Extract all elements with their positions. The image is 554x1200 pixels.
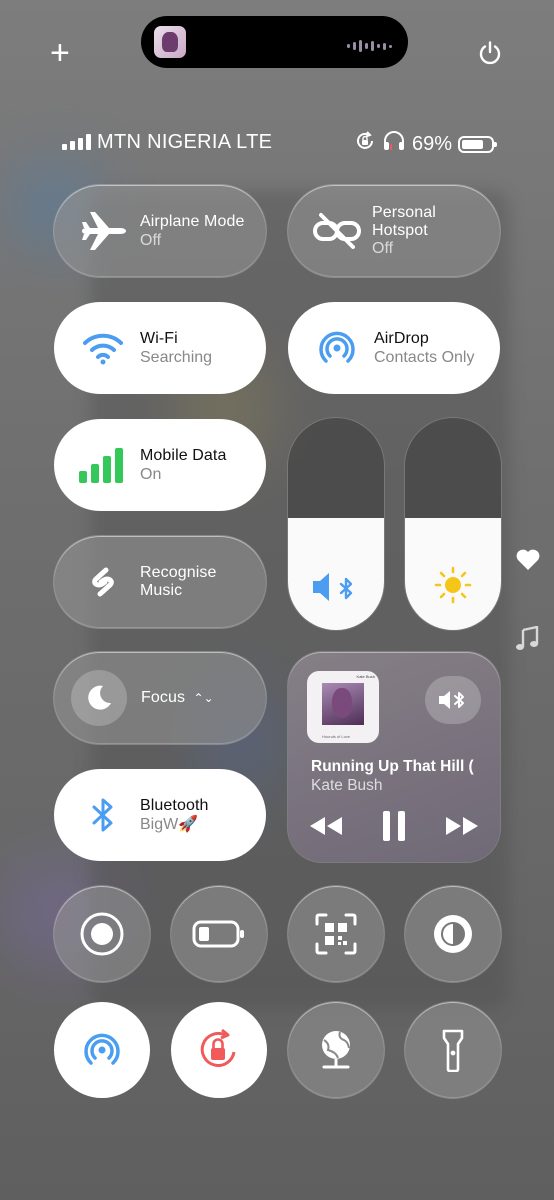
airplane-mode-title: Airplane Mode bbox=[140, 213, 245, 230]
screen-record-button[interactable] bbox=[54, 886, 150, 982]
now-playing-module[interactable]: Kate Bush Hounds of Love Running Up That… bbox=[288, 652, 500, 862]
carrier-name: MTN NIGERIA LTE bbox=[97, 131, 273, 153]
add-control-icon[interactable]: + bbox=[50, 36, 70, 70]
airplane-mode-state: Off bbox=[140, 232, 162, 249]
airdrop-tile[interactable]: AirDrop Contacts Only bbox=[288, 302, 500, 394]
rotation-lock-button[interactable] bbox=[171, 1002, 267, 1098]
code-scanner-button[interactable] bbox=[288, 886, 384, 982]
contrast-icon bbox=[434, 915, 472, 953]
headphones-icon bbox=[382, 130, 406, 158]
cover-subtitle: Hounds of Love bbox=[322, 734, 351, 739]
pause-icon bbox=[383, 811, 405, 841]
wifi-icon bbox=[76, 321, 130, 375]
bluetooth-tile[interactable]: Bluetooth BigW🚀 bbox=[54, 769, 266, 861]
wifi-state: Searching bbox=[140, 349, 213, 366]
chevron-updown-icon: ⌃⌄ bbox=[193, 691, 214, 705]
bluetooth-device: BigW🚀 bbox=[140, 816, 199, 833]
mobile-data-title: Mobile Data bbox=[140, 447, 227, 464]
rewind-button[interactable] bbox=[308, 815, 344, 842]
moon-icon bbox=[71, 670, 127, 726]
personal-hotspot-tile[interactable]: Personal Hotspot Off bbox=[288, 185, 500, 277]
forward-icon bbox=[446, 817, 478, 835]
brightness-slider[interactable] bbox=[405, 418, 501, 630]
shazam-icon bbox=[76, 555, 130, 609]
speaker-bluetooth-icon bbox=[439, 691, 464, 709]
power-icon[interactable] bbox=[477, 40, 503, 66]
speaker-bluetooth-icon bbox=[288, 570, 384, 604]
airdrop-title: AirDrop bbox=[374, 330, 429, 347]
hotspot-state: Off bbox=[372, 240, 394, 257]
airplane-mode-tile[interactable]: Airplane Mode Off bbox=[54, 185, 266, 277]
audio-waveform-icon bbox=[347, 40, 392, 52]
battery-icon bbox=[192, 920, 244, 948]
hotspot-link-icon bbox=[310, 204, 364, 258]
recognise-music-tile[interactable]: Recognise Music bbox=[54, 536, 266, 628]
sun-icon bbox=[405, 566, 501, 604]
audio-output-button[interactable] bbox=[425, 676, 481, 724]
network-globe-button[interactable] bbox=[288, 1002, 384, 1098]
wifi-title: Wi-Fi bbox=[140, 330, 178, 347]
airdrop-icon bbox=[310, 321, 364, 375]
low-power-mode-button[interactable] bbox=[171, 886, 267, 982]
rotation-lock-icon bbox=[354, 130, 376, 158]
album-art-thumbnail bbox=[154, 26, 186, 58]
airdrop-button[interactable] bbox=[54, 1002, 150, 1098]
qr-code-icon bbox=[315, 913, 357, 955]
rotation-lock-icon bbox=[200, 1028, 236, 1067]
hotspot-title-line1: Personal bbox=[372, 204, 436, 221]
airdrop-state: Contacts Only bbox=[374, 349, 475, 366]
cellular-signal-icon bbox=[62, 134, 91, 150]
album-cover: Kate Bush Hounds of Love bbox=[307, 671, 379, 743]
airdrop-icon bbox=[84, 1033, 120, 1065]
hotspot-title-line2: Hotspot bbox=[372, 222, 428, 239]
focus-title: Focus bbox=[141, 689, 186, 706]
music-note-icon[interactable] bbox=[515, 625, 539, 657]
flashlight-icon bbox=[442, 1029, 464, 1072]
mobile-data-state: On bbox=[140, 466, 162, 483]
battery-percent: 69% bbox=[411, 132, 452, 155]
cover-photo bbox=[322, 683, 364, 725]
cover-title: Kate Bush bbox=[356, 674, 375, 679]
cellular-bars-icon bbox=[76, 438, 130, 492]
heart-icon[interactable] bbox=[515, 548, 541, 577]
airplane-icon bbox=[76, 204, 130, 258]
mobile-data-tile[interactable]: Mobile Data On bbox=[54, 419, 266, 511]
forward-button[interactable] bbox=[444, 815, 480, 842]
rewind-icon bbox=[310, 817, 342, 835]
volume-slider[interactable] bbox=[288, 418, 384, 630]
recognise-music-line1: Recognise bbox=[140, 564, 217, 581]
song-title: Running Up That Hill ( bbox=[311, 758, 474, 775]
recognise-music-line2: Music bbox=[140, 582, 183, 599]
globe-network-icon bbox=[322, 1031, 350, 1069]
battery-icon bbox=[458, 135, 497, 153]
record-icon bbox=[80, 912, 124, 956]
pause-button[interactable] bbox=[381, 810, 407, 847]
status-bar: MTN NIGERIA LTE 69% bbox=[62, 130, 497, 158]
dark-mode-button[interactable] bbox=[405, 886, 501, 982]
focus-tile[interactable]: Focus ⌃⌄ bbox=[54, 652, 266, 744]
dynamic-island[interactable] bbox=[141, 16, 408, 68]
flashlight-button[interactable] bbox=[405, 1002, 501, 1098]
artist-name: Kate Bush bbox=[311, 777, 383, 794]
bluetooth-title: Bluetooth bbox=[140, 797, 209, 814]
wifi-tile[interactable]: Wi-Fi Searching bbox=[54, 302, 266, 394]
bluetooth-icon bbox=[76, 788, 130, 842]
